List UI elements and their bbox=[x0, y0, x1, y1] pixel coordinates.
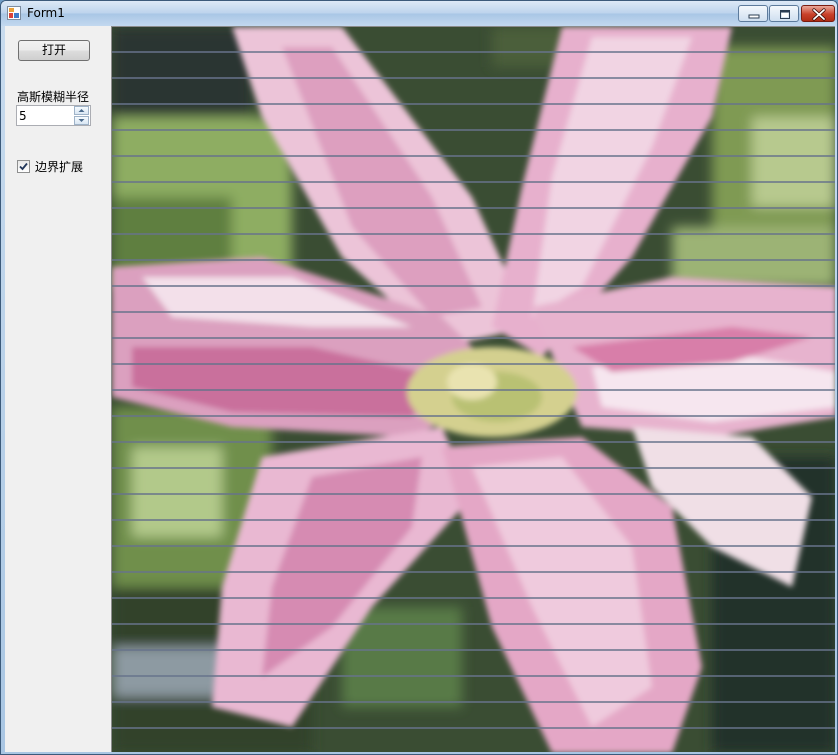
checkmark-icon bbox=[19, 162, 28, 171]
form-app-icon bbox=[7, 6, 21, 20]
border-expand-checkbox[interactable] bbox=[17, 160, 30, 173]
title-bar[interactable]: Form1 bbox=[1, 1, 837, 26]
maximize-button[interactable] bbox=[769, 5, 799, 22]
stepper-up-button[interactable] bbox=[74, 106, 89, 115]
border-expand-label: 边界扩展 bbox=[35, 160, 84, 174]
minimize-button[interactable] bbox=[738, 5, 768, 22]
minimize-icon bbox=[748, 14, 760, 19]
open-button[interactable]: 打开 bbox=[18, 40, 90, 61]
chevron-down-icon bbox=[78, 119, 85, 122]
stepper-down-button[interactable] bbox=[74, 116, 89, 125]
lily-image bbox=[112, 27, 835, 752]
blur-radius-input[interactable] bbox=[19, 107, 71, 124]
main-window: Form1 打开 高斯模糊半径 5 边界扩展 bbox=[0, 0, 838, 755]
close-icon bbox=[812, 8, 826, 21]
maximize-icon bbox=[780, 10, 790, 19]
blur-radius-label: 高斯模糊半径 bbox=[17, 90, 90, 104]
image-display bbox=[111, 26, 835, 752]
blur-radius-stepper[interactable] bbox=[16, 105, 91, 126]
chevron-up-icon bbox=[78, 109, 85, 112]
close-button[interactable] bbox=[801, 5, 835, 22]
form-client-area: 打开 高斯模糊半径 边界扩展 bbox=[5, 26, 835, 752]
window-title: Form1 bbox=[27, 6, 65, 20]
